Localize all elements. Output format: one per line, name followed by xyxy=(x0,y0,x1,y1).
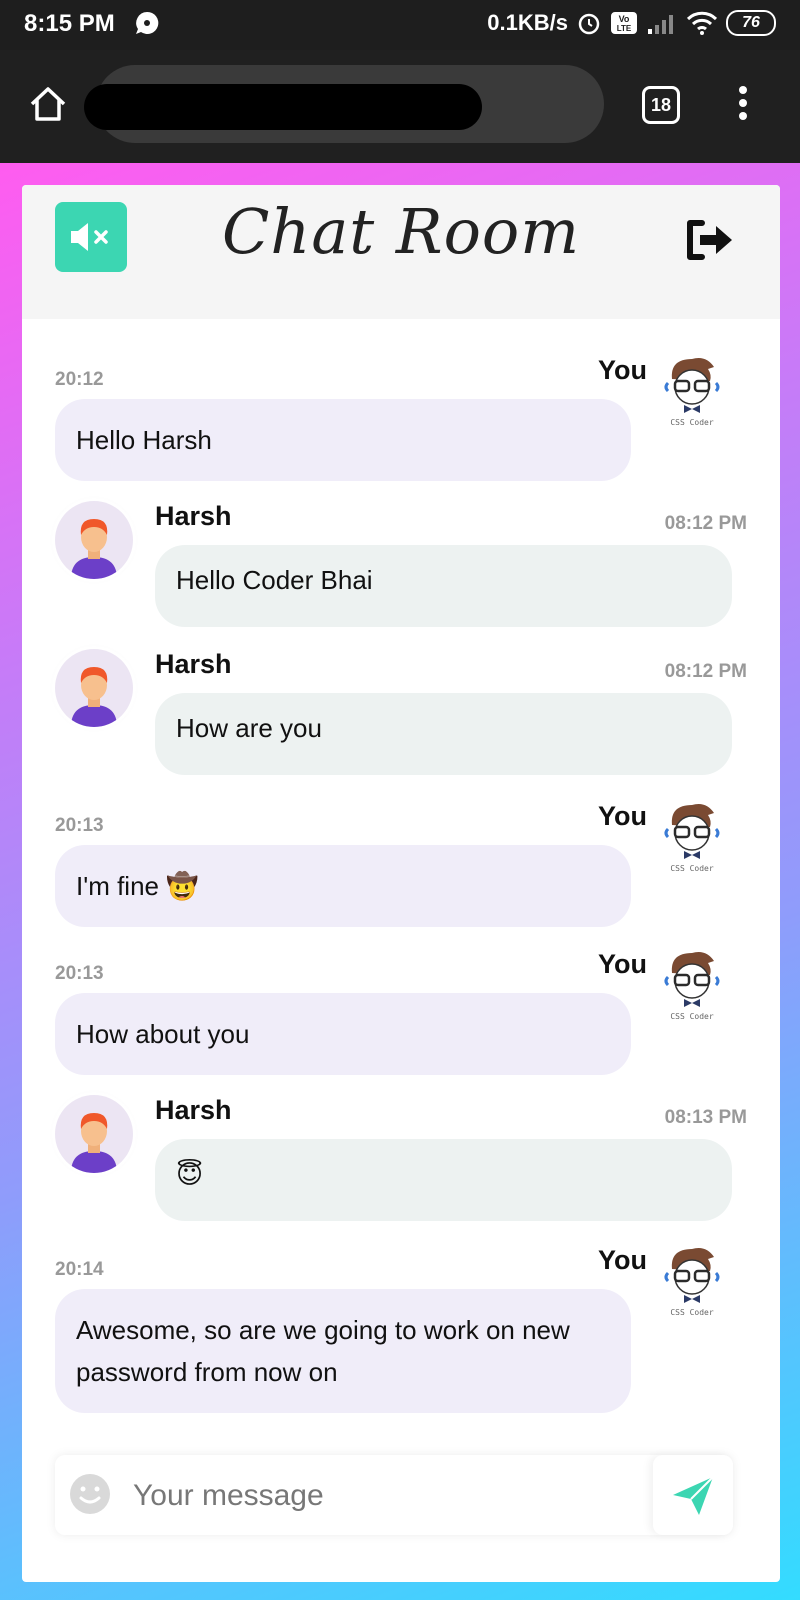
user-avatar-icon xyxy=(71,519,117,579)
message-bubble: Hello Coder Bhai xyxy=(155,545,732,627)
harsh-avatar xyxy=(55,1095,133,1173)
tab-switcher-button[interactable]: 18 xyxy=(642,86,680,124)
message-time: 20:13 xyxy=(55,815,104,836)
send-icon xyxy=(673,1476,714,1515)
message-list: 20:12 You CSS Coder Hello Harsh Harsh 08… xyxy=(22,319,780,1429)
message-sender: Harsh xyxy=(155,1095,232,1125)
chat-header: Chat Room xyxy=(22,185,780,319)
browser-toolbar: 18 xyxy=(0,50,800,163)
message-bubble: I'm fine 🤠 xyxy=(55,845,631,927)
battery-indicator: 76 xyxy=(726,10,776,36)
home-icon[interactable] xyxy=(28,84,68,124)
network-speed: 0.1KB/s xyxy=(487,10,568,35)
svg-text:Vo: Vo xyxy=(619,14,630,24)
svg-text:LTE: LTE xyxy=(617,24,632,33)
emoji-icon[interactable] xyxy=(69,1473,111,1515)
message-sender: You xyxy=(598,1245,647,1275)
logout-icon[interactable] xyxy=(682,215,736,265)
send-button[interactable] xyxy=(653,1455,733,1535)
coder-avatar-icon: CSS Coder xyxy=(664,358,720,427)
message-bubble: Hello Harsh xyxy=(55,399,631,481)
message-time: 08:12 PM xyxy=(664,513,747,534)
message-bubble: How are you xyxy=(155,693,732,775)
coder-avatar-icon: CSS Coder xyxy=(664,804,720,873)
message-bubble: Awesome, so are we going to work on new … xyxy=(55,1289,631,1413)
message-time: 08:12 PM xyxy=(664,661,747,682)
wifi-icon xyxy=(686,11,718,35)
coder-avatar-icon: CSS Coder xyxy=(664,952,720,1021)
avatar-caption: CSS Coder xyxy=(670,1012,714,1021)
status-indicators: 0.1KB/s Vo LTE 76 xyxy=(487,10,776,36)
message-sender: Harsh xyxy=(155,501,232,531)
message-sender: Harsh xyxy=(155,649,232,679)
user-avatar-icon xyxy=(71,667,117,727)
message-sender: You xyxy=(598,801,647,831)
message-input[interactable] xyxy=(131,1469,635,1523)
message-time: 20:12 xyxy=(55,369,104,390)
page-background: Chat Room 20:12 You CSS Coder Hello Hars… xyxy=(0,163,800,1600)
volte-icon: Vo LTE xyxy=(611,12,637,34)
harsh-avatar xyxy=(55,501,133,579)
redacted-url xyxy=(84,84,482,130)
message-notification-icon xyxy=(136,11,159,34)
alarm-icon xyxy=(578,13,600,35)
message-sender: You xyxy=(598,949,647,979)
message-composer xyxy=(55,1455,733,1535)
status-time: 8:15 PM xyxy=(24,10,115,37)
status-bar: 8:15 PM 0.1KB/s Vo LTE 76 xyxy=(0,0,800,50)
harsh-avatar xyxy=(55,649,133,727)
chat-room-card: Chat Room 20:12 You CSS Coder Hello Hars… xyxy=(22,185,780,1582)
avatar-caption: CSS Coder xyxy=(670,418,714,427)
message-time: 20:14 xyxy=(55,1259,104,1280)
message-time: 20:13 xyxy=(55,963,104,984)
avatar-caption: CSS Coder xyxy=(670,1308,714,1317)
message-sender: You xyxy=(598,355,647,385)
signal-icon xyxy=(648,15,673,34)
message-bubble: 😇 xyxy=(155,1139,732,1221)
coder-avatar-icon: CSS Coder xyxy=(664,1248,720,1317)
avatar-caption: CSS Coder xyxy=(670,864,714,873)
chat-title: Chat Room xyxy=(221,195,581,268)
message-time: 08:13 PM xyxy=(664,1107,747,1128)
message-bubble: How about you xyxy=(55,993,631,1075)
user-avatar-icon xyxy=(71,1113,117,1173)
browser-menu-button[interactable] xyxy=(736,86,750,126)
